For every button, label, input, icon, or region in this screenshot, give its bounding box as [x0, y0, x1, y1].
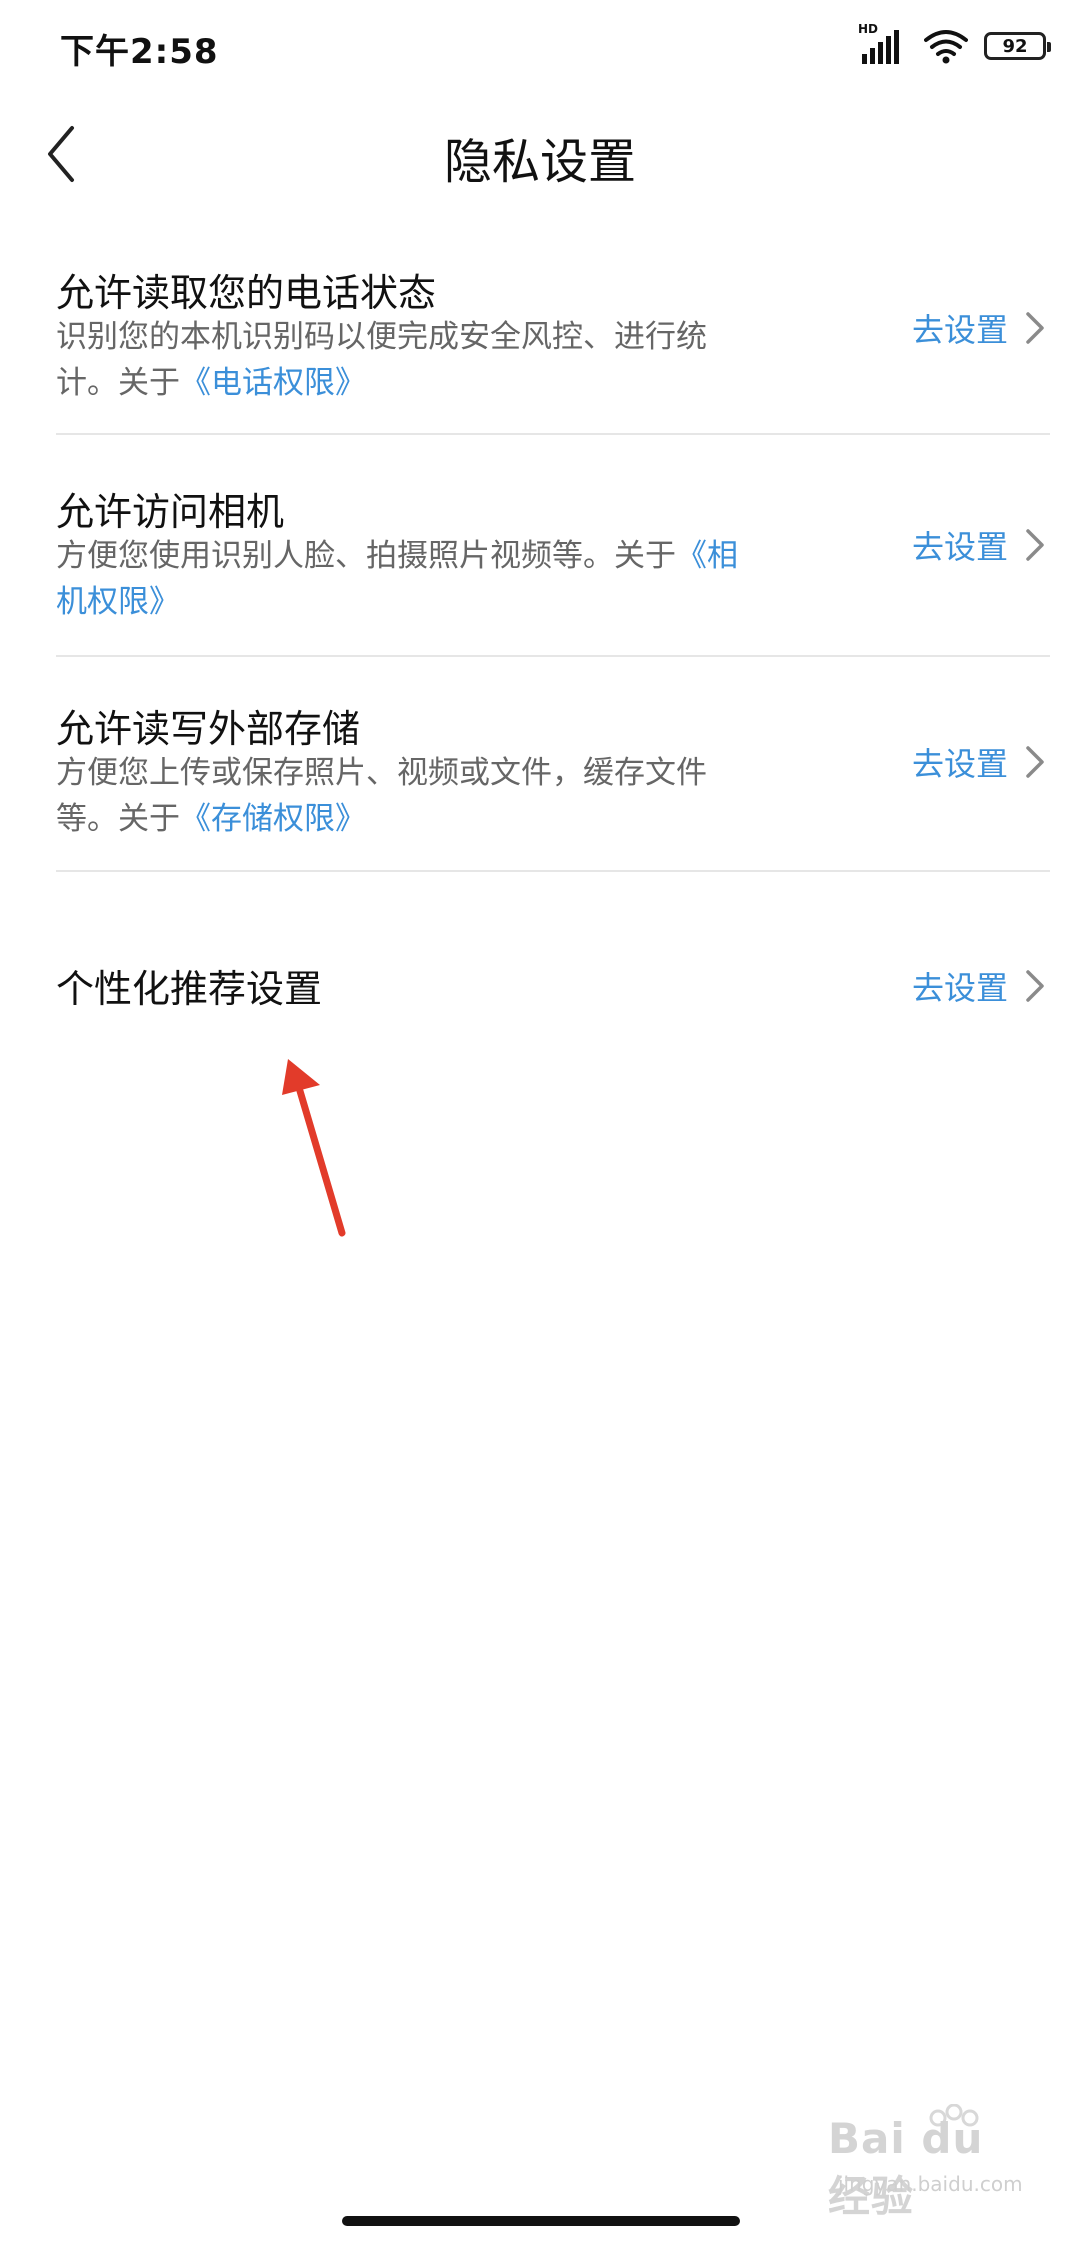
cellular-signal-icon: HD	[858, 22, 908, 66]
setting-row-personalized-recommendation[interactable]: 个性化推荐设置 去设置	[0, 940, 1080, 1040]
divider	[56, 870, 1050, 872]
go-settings-button[interactable]: 去设置	[912, 515, 1048, 575]
row-desc-text: 等。关于	[56, 801, 180, 837]
go-settings-label: 去设置	[911, 311, 1008, 349]
go-settings-button[interactable]: 去设置	[912, 732, 1048, 792]
watermark-logo: Bai du 经验	[828, 2114, 984, 2221]
camera-permission-link[interactable]: 《相	[676, 538, 738, 574]
watermark-url: jingyan.baidu.com	[838, 2172, 1023, 2196]
annotation-arrow-icon	[282, 1059, 346, 1237]
setting-row-camera: 允许访问相机 方便您使用识别人脸、拍摄照片视频等。关于《相 机权限》 去设置	[0, 477, 1080, 657]
row-title: 个性化推荐设置	[56, 967, 323, 1011]
status-bar: 下午2:58 HD 92	[0, 0, 1080, 96]
storage-permission-link[interactable]: 《存储权限》	[180, 801, 366, 837]
setting-row-phone-state: 允许读取您的电话状态 识别您的本机识别码以便完成安全风控、进行统 计。关于《电话…	[0, 258, 1080, 435]
chevron-right-icon	[1026, 970, 1044, 1002]
network-type-label: HD	[858, 22, 879, 36]
row-title: 允许访问相机	[56, 490, 285, 534]
setting-row-storage: 允许读写外部存储 方便您上传或保存照片、视频或文件，缓存文件 等。关于《存储权限…	[0, 694, 1080, 874]
wifi-icon	[924, 30, 968, 64]
status-icons: HD 92	[858, 22, 1051, 66]
go-settings-button[interactable]: 去设置	[912, 956, 1048, 1016]
nav-bar: 隐私设置	[0, 96, 1080, 226]
row-desc-text: 计。关于	[56, 365, 180, 401]
go-settings-label: 去设置	[911, 745, 1008, 783]
chevron-right-icon	[1026, 312, 1044, 344]
go-settings-label: 去设置	[911, 528, 1008, 566]
row-desc-text: 方便您使用识别人脸、拍摄照片视频等。关于	[56, 538, 676, 574]
go-settings-label: 去设置	[911, 969, 1008, 1007]
battery-icon: 92	[984, 32, 1051, 60]
row-desc-text: 识别您的本机识别码以便完成安全风控、进行统	[56, 319, 707, 355]
camera-permission-link[interactable]: 机权限》	[56, 584, 180, 620]
home-indicator[interactable]	[342, 2216, 740, 2226]
row-description: 方便您上传或保存照片、视频或文件，缓存文件 等。关于《存储权限》	[56, 750, 756, 842]
watermark: Bai du 经验 jingyan.baidu.com	[828, 2104, 1028, 2221]
row-desc-text: 方便您上传或保存照片、视频或文件，缓存文件	[56, 755, 707, 791]
chevron-right-icon	[1026, 746, 1044, 778]
row-description: 识别您的本机识别码以便完成安全风控、进行统 计。关于《电话权限》	[56, 314, 756, 406]
divider	[56, 433, 1050, 435]
phone-permission-link[interactable]: 《电话权限》	[180, 365, 366, 401]
page-title: 隐私设置	[443, 134, 636, 190]
battery-level: 92	[1002, 35, 1028, 57]
row-title: 允许读写外部存储	[56, 707, 361, 751]
chevron-right-icon	[1026, 529, 1044, 561]
go-settings-button[interactable]: 去设置	[912, 298, 1048, 358]
row-title: 允许读取您的电话状态	[56, 271, 437, 315]
row-description: 方便您使用识别人脸、拍摄照片视频等。关于《相 机权限》	[56, 533, 756, 625]
divider	[56, 655, 1050, 657]
status-time: 下午2:58	[60, 32, 219, 72]
